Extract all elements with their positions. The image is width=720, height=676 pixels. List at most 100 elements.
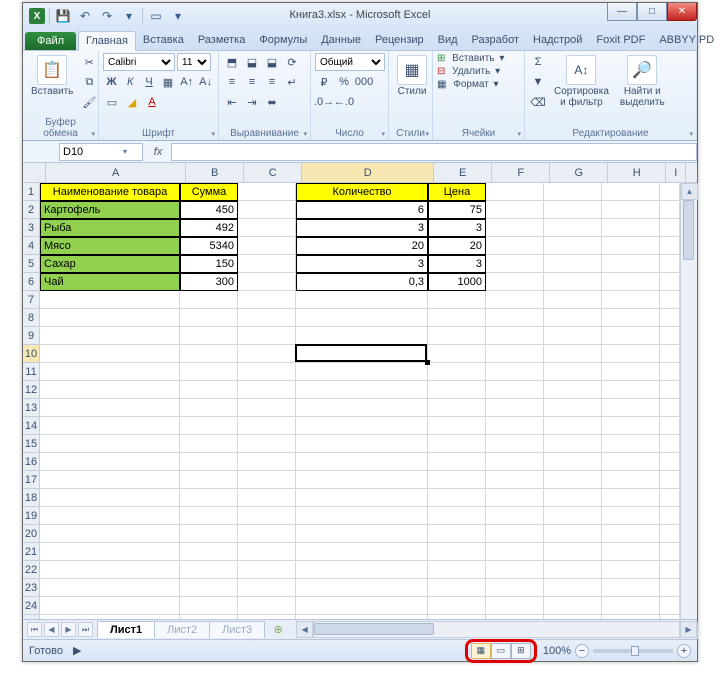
cell-B11[interactable]: [180, 363, 238, 381]
cell-F3[interactable]: [486, 219, 544, 237]
copy-button[interactable]: ⧉: [80, 73, 98, 91]
cell-F18[interactable]: [486, 489, 544, 507]
number-format-select[interactable]: Общий: [315, 53, 385, 71]
tab-данные[interactable]: Данные: [314, 31, 368, 50]
cell-E19[interactable]: [428, 507, 486, 525]
cell-A21[interactable]: [40, 543, 180, 561]
cell-H24[interactable]: [602, 597, 660, 615]
cell-B18[interactable]: [180, 489, 238, 507]
cell-H21[interactable]: [602, 543, 660, 561]
vscroll-thumb[interactable]: [683, 200, 694, 260]
find-select-button[interactable]: 🔎 Найти и выделить: [616, 53, 669, 110]
cell-D3[interactable]: 3: [296, 219, 428, 237]
cell-G6[interactable]: [544, 273, 602, 291]
cell-H5[interactable]: [602, 255, 660, 273]
paste-button[interactable]: 📋 Вставить: [27, 53, 77, 99]
cell-B22[interactable]: [180, 561, 238, 579]
cell-A5[interactable]: Сахар: [40, 255, 180, 273]
zoom-slider-knob[interactable]: [631, 646, 639, 656]
cell-B9[interactable]: [180, 327, 238, 345]
cell-F15[interactable]: [486, 435, 544, 453]
cell-B16[interactable]: [180, 453, 238, 471]
row-header-21[interactable]: 21: [23, 543, 39, 561]
col-header-F[interactable]: F: [492, 163, 550, 182]
cell-C3[interactable]: [238, 219, 296, 237]
cell-B17[interactable]: [180, 471, 238, 489]
row-header-15[interactable]: 15: [23, 435, 39, 453]
cell-H1[interactable]: [602, 183, 660, 201]
cell-A7[interactable]: [40, 291, 180, 309]
font-size-select[interactable]: 11: [177, 53, 211, 71]
cell-D11[interactable]: [296, 363, 428, 381]
name-box-dropdown-icon[interactable]: ▾: [123, 147, 127, 156]
autosum-button[interactable]: Σ: [529, 53, 547, 71]
cell-B7[interactable]: [180, 291, 238, 309]
align-bottom-button[interactable]: ⬓: [263, 53, 281, 71]
cell-B21[interactable]: [180, 543, 238, 561]
cell-E23[interactable]: [428, 579, 486, 597]
row-header-23[interactable]: 23: [23, 579, 39, 597]
cell-I18[interactable]: [660, 489, 680, 507]
cell-A8[interactable]: [40, 309, 180, 327]
cell-D14[interactable]: [296, 417, 428, 435]
cell-I12[interactable]: [660, 381, 680, 399]
vertical-scrollbar[interactable]: ▲ ▼: [680, 183, 697, 639]
cell-C20[interactable]: [238, 525, 296, 543]
close-button[interactable]: ✕: [667, 3, 697, 21]
cell-F8[interactable]: [486, 309, 544, 327]
cell-B6[interactable]: 300: [180, 273, 238, 291]
cell-I11[interactable]: [660, 363, 680, 381]
cell-E12[interactable]: [428, 381, 486, 399]
cell-D6[interactable]: 0,3: [296, 273, 428, 291]
cell-C1[interactable]: [238, 183, 296, 201]
cell-E14[interactable]: [428, 417, 486, 435]
qat-redo-button[interactable]: ↷: [98, 7, 116, 25]
cell-A10[interactable]: [40, 345, 180, 363]
cell-D4[interactable]: 20: [296, 237, 428, 255]
select-all-corner[interactable]: [23, 163, 46, 183]
cell-A19[interactable]: [40, 507, 180, 525]
cell-E6[interactable]: 1000: [428, 273, 486, 291]
cell-H22[interactable]: [602, 561, 660, 579]
sheet-tab-Лист3[interactable]: Лист3: [209, 621, 265, 638]
cell-I4[interactable]: [660, 237, 680, 255]
tab-abbyy pd[interactable]: ABBYY PD: [652, 31, 720, 50]
cell-I7[interactable]: [660, 291, 680, 309]
col-header-H[interactable]: H: [608, 163, 666, 182]
cell-H20[interactable]: [602, 525, 660, 543]
cell-A24[interactable]: [40, 597, 180, 615]
tab-главная[interactable]: Главная: [78, 31, 136, 51]
cell-G3[interactable]: [544, 219, 602, 237]
cell-E17[interactable]: [428, 471, 486, 489]
cell-I2[interactable]: [660, 201, 680, 219]
cell-E20[interactable]: [428, 525, 486, 543]
cell-E5[interactable]: 3: [428, 255, 486, 273]
sheet-tab-Лист2[interactable]: Лист2: [154, 621, 210, 638]
cell-I6[interactable]: [660, 273, 680, 291]
cell-I14[interactable]: [660, 417, 680, 435]
decrease-indent-button[interactable]: ⇤: [223, 93, 241, 111]
cell-D8[interactable]: [296, 309, 428, 327]
name-box-input[interactable]: [63, 146, 123, 158]
tab-foxit pdf[interactable]: Foxit PDF: [589, 31, 652, 50]
border-button[interactable]: ▦: [159, 73, 176, 91]
col-header-D[interactable]: D: [302, 163, 434, 182]
cell-C13[interactable]: [238, 399, 296, 417]
align-left-button[interactable]: ≡: [223, 73, 241, 91]
cell-H9[interactable]: [602, 327, 660, 345]
italic-button[interactable]: К: [122, 73, 139, 91]
cell-D12[interactable]: [296, 381, 428, 399]
cell-I20[interactable]: [660, 525, 680, 543]
cell-H10[interactable]: [602, 345, 660, 363]
cell-H12[interactable]: [602, 381, 660, 399]
cell-A23[interactable]: [40, 579, 180, 597]
qat-customize-button[interactable]: ▾: [120, 7, 138, 25]
row-header-4[interactable]: 4: [23, 237, 39, 255]
qat-undo-button[interactable]: ↶: [76, 7, 94, 25]
row-header-19[interactable]: 19: [23, 507, 39, 525]
cell-I16[interactable]: [660, 453, 680, 471]
cell-C10[interactable]: [238, 345, 296, 363]
cell-G24[interactable]: [544, 597, 602, 615]
cell-G4[interactable]: [544, 237, 602, 255]
align-right-button[interactable]: ≡: [263, 73, 281, 91]
